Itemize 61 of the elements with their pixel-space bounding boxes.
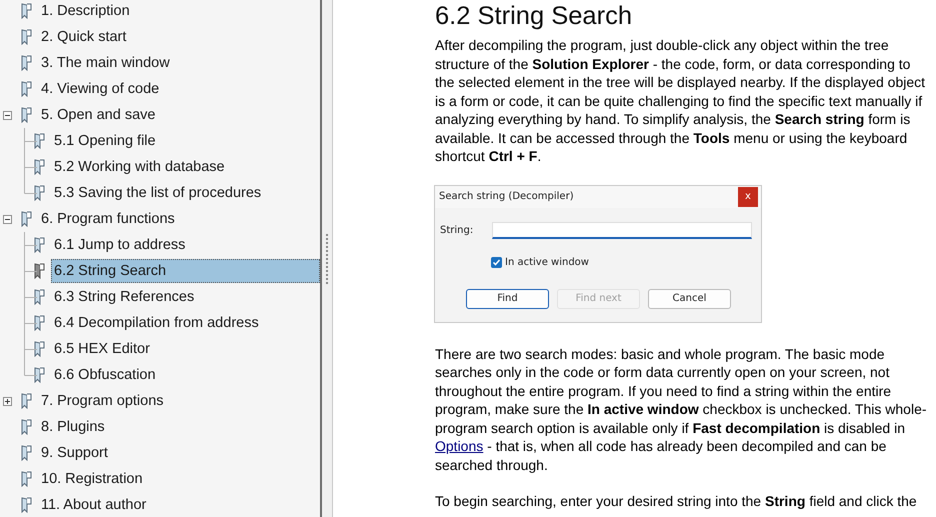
tree-item[interactable]: 5.1 Opening file [52,130,158,152]
options-link[interactable]: Options [435,438,484,454]
dialog-button[interactable]: Cancel [648,288,731,308]
tree-item[interactable]: 1. Description [39,0,132,22]
tree-line [24,310,37,336]
tree-line [24,258,37,284]
bookmark-icon [34,263,45,279]
bookmark-icon [21,81,32,97]
tree-item[interactable]: 6. Program functions [39,208,177,230]
bookmark-icon [21,393,32,409]
tree-item[interactable]: 6.2 String Search [51,259,320,283]
bookmark-icon [34,315,45,331]
field-label: String: [440,224,474,236]
article-heading: 6.2 String Search [435,1,634,31]
checkbox[interactable] [491,256,502,268]
bookmark-icon [21,29,32,45]
tree-item[interactable]: 6.6 Obfuscation [52,364,158,386]
bookmark-icon [21,211,32,227]
checkbox-label: In active window [505,256,589,268]
bookmark-icon [21,55,32,71]
tree-item[interactable]: 5. Open and save [39,104,158,126]
bookmark-icon [34,159,45,175]
string-input-field[interactable] [492,222,752,238]
bookmark-icon [34,185,45,201]
tree-line [24,232,37,258]
bookmark-icon [34,237,45,253]
collapse-toggle-icon[interactable] [3,214,12,224]
tree-item[interactable]: 7. Program options [39,390,166,412]
tree-item[interactable]: 9. Support [39,442,110,464]
dialog-title: Search string (Decompiler) [439,191,574,202]
tree-item[interactable]: 8. Plugins [39,416,107,438]
bookmark-icon [21,471,32,487]
tree-item[interactable]: 4. Viewing of code [39,78,162,100]
bookmark-icon [34,289,45,305]
tree-item[interactable]: 2. Quick start [39,26,128,48]
paragraph: There are two search modes: basic and whole program. The basic mode searches only in the code or form data currently open on your screen, not throughout the entire program. If you need to find a string within the entire program, make sure the In active window checkbox is unchecked. This whole-program search option is available only if Fast decompilation is disabled in Options - that is, when all code has already been decompiled and can be searched through. [435,344,928,474]
tree-line [24,128,37,154]
paragraph: After decompiling the program, just double-click any object within the tree structure of the Solution Explorer - the code, form, or data corresponding to the selected element in the tree will be displayed nearby. If the displayed object is a form or code, it can be quite challenging to find the specific text manually if analyzing everything by hand. To simplify analysis, the Search string form is available. It can be accessed through the Tools menu or using the keyboard shortcut Ctrl + F. [435,36,926,166]
tree-item[interactable]: 10. Registration [39,468,145,490]
dialog-button[interactable]: Find [466,288,549,308]
bookmark-icon [21,107,32,123]
collapse-toggle-icon[interactable] [3,110,12,120]
tree-item[interactable]: 5.3 Saving the list of procedures [52,182,264,204]
tree-item[interactable]: 6.4 Decompilation from address [52,312,261,334]
bookmark-icon [21,3,32,19]
close-button[interactable]: x [738,186,758,206]
bookmark-icon [34,133,45,149]
tree-item[interactable]: 5.2 Working with database [52,156,227,178]
tree-line [24,284,37,310]
tree-item[interactable]: 6.3 String References [52,286,196,308]
bookmark-icon [21,497,32,513]
bookmark-icon [21,445,32,461]
tree-item[interactable]: 3. The main window [39,52,172,74]
bookmark-icon [21,419,32,435]
tree-item[interactable]: 6.5 HEX Editor [52,338,152,360]
paragraph: To begin searching, enter your desired string into the String field and click the [435,492,918,510]
bookmark-icon [34,367,45,383]
tree-item[interactable]: 6.1 Jump to address [52,234,188,256]
bookmark-icon [34,341,45,357]
tree-item[interactable]: 11. About author [39,494,148,516]
expand-toggle-icon[interactable] [3,396,12,406]
